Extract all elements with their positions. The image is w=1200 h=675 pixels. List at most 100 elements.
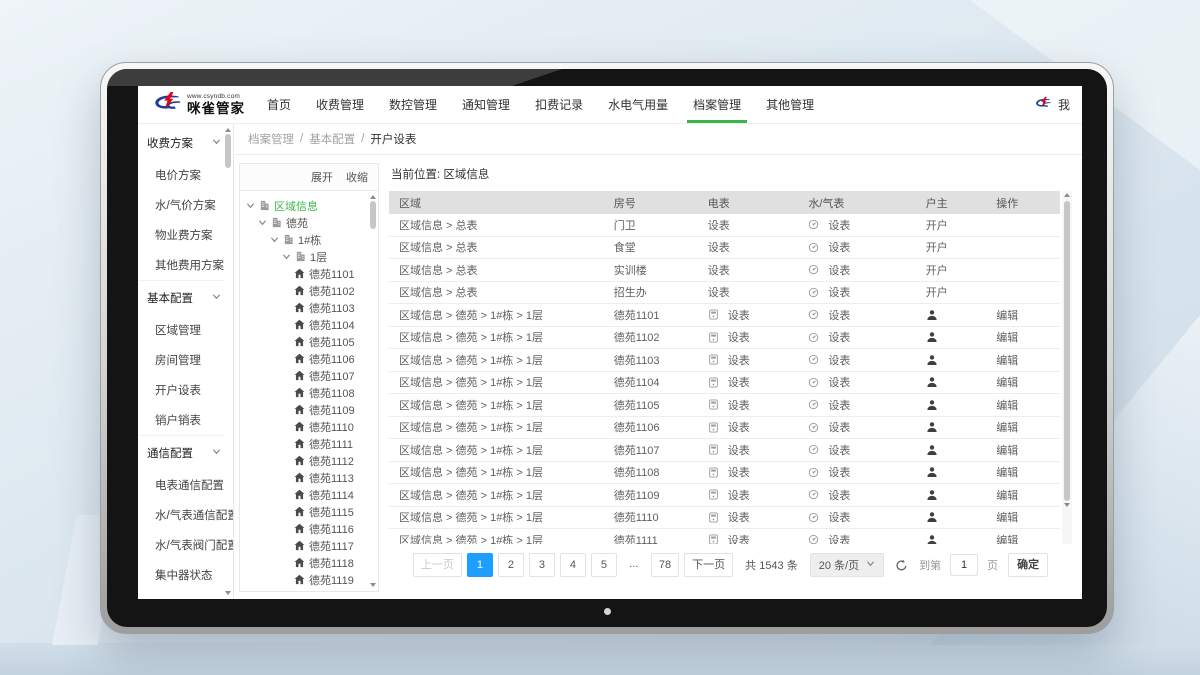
tree-leaf[interactable]: 德苑1111 — [244, 435, 368, 452]
person-icon[interactable] — [926, 309, 938, 321]
set-meter-link[interactable]: 设表 — [728, 307, 750, 323]
set-meter-link[interactable]: 设表 — [828, 397, 850, 413]
person-icon[interactable] — [926, 399, 938, 411]
sidebar-item[interactable]: 水/气表通信配置 — [138, 500, 225, 530]
page-button[interactable]: 1 — [467, 553, 493, 577]
sidebar-item[interactable]: 其他费用方案 — [138, 250, 225, 280]
sidebar-item[interactable]: 区域管理 — [138, 315, 225, 345]
person-icon[interactable] — [926, 489, 938, 501]
set-meter-link[interactable]: 设表 — [828, 329, 850, 345]
set-meter-link[interactable]: 设表 — [828, 442, 850, 458]
person-icon[interactable] — [926, 331, 938, 343]
nav-tab-8[interactable]: 其他管理 — [766, 86, 814, 123]
set-meter-link[interactable]: 设表 — [828, 532, 850, 544]
sidebar-group-header[interactable]: 收费方案 — [138, 126, 225, 160]
edit-link[interactable]: 编辑 — [996, 307, 1018, 323]
set-meter-link[interactable]: 设表 — [708, 217, 730, 233]
breadcrumb-item[interactable]: 基本配置 — [309, 131, 355, 147]
scroll-down-icon[interactable] — [1064, 503, 1070, 507]
set-meter-link[interactable]: 设表 — [728, 397, 750, 413]
sidebar-scrollbar[interactable] — [224, 126, 232, 597]
tree-leaf[interactable]: 德苑1118 — [244, 554, 368, 571]
set-meter-link[interactable]: 设表 — [728, 487, 750, 503]
tree-leaf[interactable]: 德苑1107 — [244, 367, 368, 384]
sidebar-item[interactable]: 采集器状态 — [138, 590, 225, 599]
sidebar-group-header[interactable]: 基本配置 — [138, 280, 225, 315]
tree-leaf[interactable]: 德苑1113 — [244, 469, 368, 486]
edit-link[interactable]: 编辑 — [996, 419, 1018, 435]
set-meter-link[interactable]: 设表 — [708, 239, 730, 255]
tree-leaf[interactable]: 德苑1116 — [244, 520, 368, 537]
sidebar-item[interactable]: 集中器状态 — [138, 560, 225, 590]
tree-branch[interactable]: 德苑 — [244, 214, 368, 231]
tree-branch[interactable]: 1层 — [244, 248, 368, 265]
page-size-select[interactable]: 20 条/页 — [810, 553, 884, 577]
open-account-link[interactable]: 开户 — [926, 284, 948, 300]
page-button[interactable]: 4 — [560, 553, 586, 577]
tree-leaf[interactable]: 德苑1115 — [244, 503, 368, 520]
edit-link[interactable]: 编辑 — [996, 352, 1018, 368]
tree-leaf[interactable]: 德苑1108 — [244, 384, 368, 401]
tree-leaf[interactable]: 德苑1119 — [244, 571, 368, 588]
scroll-up-icon[interactable] — [370, 195, 376, 199]
tree-branch[interactable]: 1#栋 — [244, 231, 368, 248]
tree-leaf[interactable]: 德苑1120 — [244, 588, 368, 591]
goto-page-input[interactable] — [950, 554, 978, 576]
set-meter-link[interactable]: 设表 — [828, 307, 850, 323]
set-meter-link[interactable]: 设表 — [728, 419, 750, 435]
caret-down-icon[interactable] — [270, 235, 279, 244]
tree-leaf[interactable]: 德苑1105 — [244, 333, 368, 350]
person-icon[interactable] — [926, 534, 938, 544]
sidebar-item[interactable]: 水/气表阀门配置 — [138, 530, 225, 560]
tree-leaf[interactable]: 德苑1112 — [244, 452, 368, 469]
tree-scrollbar[interactable] — [369, 193, 377, 589]
tree-leaf[interactable]: 德苑1117 — [244, 537, 368, 554]
edit-link[interactable]: 编辑 — [996, 464, 1018, 480]
table-scrollbar[interactable] — [1062, 191, 1072, 544]
scroll-down-icon[interactable] — [225, 591, 231, 595]
tree-leaf[interactable]: 德苑1110 — [244, 418, 368, 435]
goto-confirm-button[interactable]: 确定 — [1008, 553, 1048, 577]
sidebar-item[interactable]: 销户销表 — [138, 405, 225, 435]
sidebar-item[interactable]: 房间管理 — [138, 345, 225, 375]
set-meter-link[interactable]: 设表 — [828, 374, 850, 390]
person-icon[interactable] — [926, 511, 938, 523]
open-account-link[interactable]: 开户 — [926, 217, 948, 233]
page-button[interactable]: 5 — [591, 553, 617, 577]
set-meter-link[interactable]: 设表 — [828, 239, 850, 255]
next-page-button[interactable]: 下一页 — [684, 553, 733, 577]
app-logo[interactable]: www.csyndb.com 咪雀管家 — [150, 91, 245, 119]
set-meter-link[interactable]: 设表 — [828, 419, 850, 435]
page-button[interactable]: 78 — [651, 553, 679, 577]
user-area[interactable]: 我 — [1033, 96, 1070, 113]
tree-leaf[interactable]: 德苑1104 — [244, 316, 368, 333]
scroll-down-icon[interactable] — [370, 583, 376, 587]
edit-link[interactable]: 编辑 — [996, 509, 1018, 525]
person-icon[interactable] — [926, 444, 938, 456]
nav-tab-6[interactable]: 水电气用量 — [608, 86, 668, 123]
sidebar-item[interactable]: 电表通信配置 — [138, 470, 225, 500]
sidebar-group-header[interactable]: 通信配置 — [138, 435, 225, 470]
edit-link[interactable]: 编辑 — [996, 329, 1018, 345]
nav-tab-1[interactable]: 首页 — [267, 86, 291, 123]
prev-page-button[interactable]: 上一页 — [413, 553, 462, 577]
person-icon[interactable] — [926, 354, 938, 366]
breadcrumb-item[interactable]: 档案管理 — [248, 131, 294, 147]
nav-tab-5[interactable]: 扣费记录 — [535, 86, 583, 123]
edit-link[interactable]: 编辑 — [996, 397, 1018, 413]
open-account-link[interactable]: 开户 — [926, 262, 948, 278]
tree-branch[interactable]: 区域信息 — [244, 197, 368, 214]
tree-leaf[interactable]: 德苑1103 — [244, 299, 368, 316]
page-button[interactable]: 2 — [498, 553, 524, 577]
caret-down-icon[interactable] — [246, 201, 255, 210]
set-meter-link[interactable]: 设表 — [828, 284, 850, 300]
scroll-up-icon[interactable] — [1064, 193, 1070, 197]
caret-down-icon[interactable] — [258, 218, 267, 227]
set-meter-link[interactable]: 设表 — [828, 464, 850, 480]
tree-leaf[interactable]: 德苑1102 — [244, 282, 368, 299]
set-meter-link[interactable]: 设表 — [828, 217, 850, 233]
scroll-up-icon[interactable] — [225, 128, 231, 132]
sidebar-item[interactable]: 开户设表 — [138, 375, 225, 405]
nav-tab-4[interactable]: 通知管理 — [462, 86, 510, 123]
set-meter-link[interactable]: 设表 — [708, 262, 730, 278]
